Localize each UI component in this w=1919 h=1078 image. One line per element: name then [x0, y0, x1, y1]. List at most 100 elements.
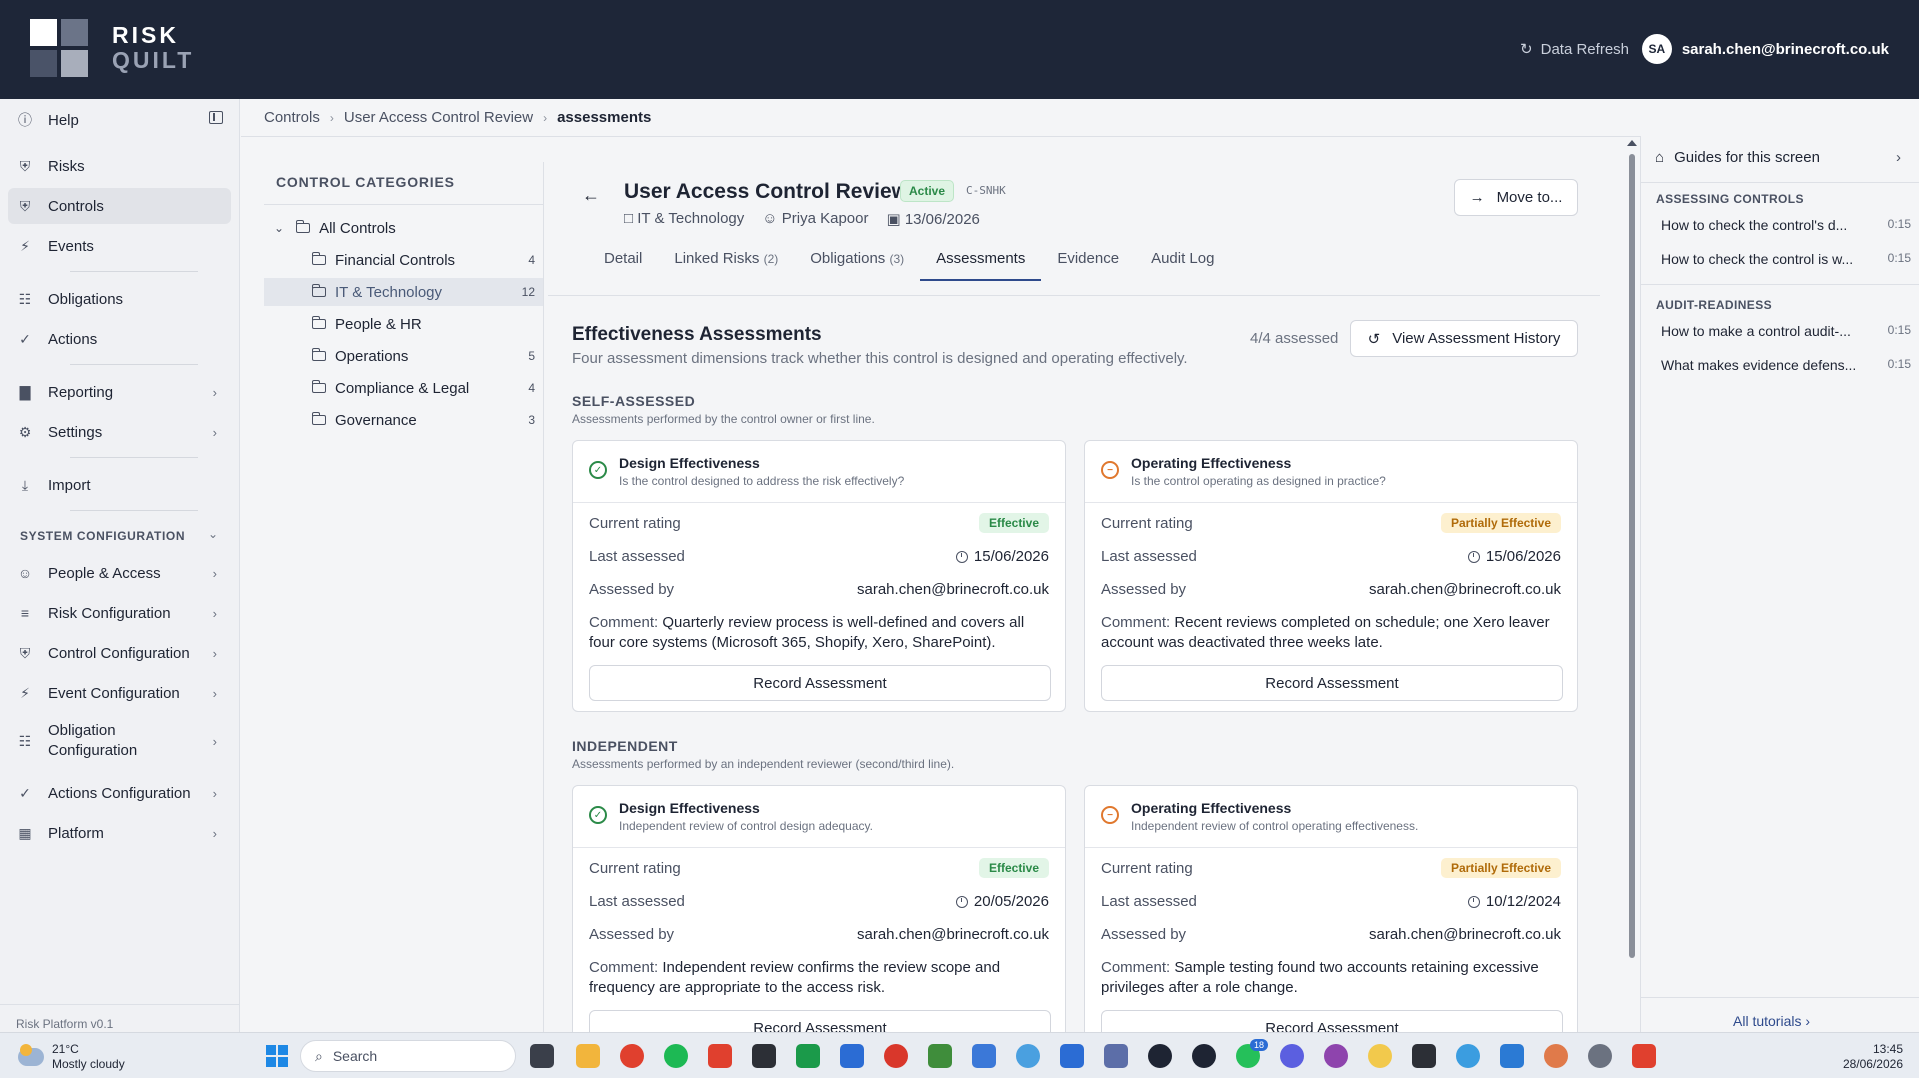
- card-question: Independent review of control operating …: [1131, 819, 1419, 833]
- scroll-up-icon[interactable]: [1627, 140, 1637, 146]
- guide-item[interactable]: How to check the control's d... 0:15: [1661, 217, 1911, 233]
- breadcrumb-control[interactable]: User Access Control Review: [344, 109, 533, 126]
- scroll-thumb[interactable]: [1629, 154, 1635, 958]
- tab-obligations[interactable]: Obligations (3): [794, 244, 920, 279]
- sidebar-item-risks[interactable]: ⛨ Risks: [8, 148, 231, 184]
- category-people-hr[interactable]: People & HR: [264, 310, 543, 338]
- guide-item[interactable]: How to make a control audit-... 0:15: [1661, 323, 1911, 339]
- weather-widget[interactable]: 21°C Mostly cloudy: [18, 1042, 125, 1072]
- record-assessment-button[interactable]: Record Assessment: [589, 1010, 1051, 1032]
- category-compliance-legal[interactable]: Compliance & Legal 4: [264, 374, 543, 402]
- move-to-label: Move to...: [1496, 189, 1563, 206]
- chrome-icon[interactable]: [620, 1044, 644, 1068]
- category-it-technology[interactable]: IT & Technology 12: [264, 278, 543, 306]
- all-tutorials-label: All tutorials: [1733, 1013, 1802, 1029]
- sidebar-item-obligations[interactable]: ☷ Obligations: [8, 281, 231, 317]
- sidebar-item-control-configuration[interactable]: ⛨ Control Configuration ›: [8, 635, 231, 671]
- app-icon[interactable]: [1544, 1044, 1568, 1068]
- app-icon[interactable]: [752, 1044, 776, 1068]
- app-icon[interactable]: [1456, 1044, 1480, 1068]
- main-scrollbar[interactable]: [1627, 140, 1637, 1032]
- user-menu[interactable]: SA sarah.chen@brinecroft.co.uk: [1641, 34, 1889, 64]
- word-icon[interactable]: [840, 1044, 864, 1068]
- category-all-controls[interactable]: ⌄ All Controls: [264, 214, 543, 242]
- category-governance[interactable]: Governance 3: [264, 406, 543, 434]
- file-explorer-icon[interactable]: [576, 1044, 600, 1068]
- lightbulb-icon[interactable]: [1368, 1044, 1392, 1068]
- guide-item[interactable]: What makes evidence defens... 0:15: [1661, 357, 1911, 373]
- sidebar-item-controls[interactable]: ⛨ Controls: [8, 188, 231, 224]
- tab-linked-risks[interactable]: Linked Risks (2): [658, 244, 794, 279]
- record-assessment-button[interactable]: Record Assessment: [1101, 665, 1563, 701]
- section-title: Effectiveness Assessments: [572, 324, 822, 345]
- sidebar-item-obligation-configuration[interactable]: ☷ Obligation Configuration ›: [8, 719, 231, 763]
- minus-circle-icon: −: [1101, 806, 1119, 824]
- collapse-sidebar-icon[interactable]: [209, 111, 223, 124]
- app-icon[interactable]: [1280, 1044, 1304, 1068]
- tab-detail[interactable]: Detail: [588, 244, 658, 279]
- app-icon[interactable]: [1148, 1044, 1172, 1068]
- data-refresh-button[interactable]: ↻ Data Refresh: [1520, 40, 1629, 59]
- app-icon[interactable]: [1324, 1044, 1348, 1068]
- move-to-button[interactable]: → Move to...: [1454, 179, 1578, 216]
- excel-icon[interactable]: [796, 1044, 820, 1068]
- back-arrow-icon[interactable]: ←: [582, 185, 600, 206]
- record-assessment-button[interactable]: Record Assessment: [1101, 1010, 1563, 1032]
- sidebar-item-settings[interactable]: ⚙ Settings ›: [8, 414, 231, 450]
- gear-icon: ⚙: [18, 423, 32, 440]
- rating-label: Current rating: [1101, 515, 1193, 532]
- vscode-icon[interactable]: [1500, 1044, 1524, 1068]
- categories-title: CONTROL CATEGORIES: [276, 174, 455, 190]
- app-icon[interactable]: [928, 1044, 952, 1068]
- chevron-down-icon[interactable]: ⌄: [274, 221, 284, 235]
- view-history-button[interactable]: ↺ View Assessment History: [1350, 320, 1578, 357]
- sidebar-item-event-configuration[interactable]: ⚡ Event Configuration ›: [8, 675, 231, 711]
- app-logo[interactable]: RISK QUILT: [30, 19, 194, 77]
- tab-evidence[interactable]: Evidence: [1041, 244, 1135, 279]
- history-label: View Assessment History: [1392, 330, 1561, 347]
- system-clock[interactable]: 13:45 28/06/2026: [1843, 1042, 1903, 1072]
- category-operations[interactable]: Operations 5: [264, 342, 543, 370]
- sidebar-item-reporting[interactable]: ▇ Reporting ›: [8, 374, 231, 410]
- guide-item[interactable]: How to check the control is w... 0:15: [1661, 251, 1911, 267]
- chevron-down-icon[interactable]: ⌄: [208, 527, 218, 541]
- task-view-icon[interactable]: [530, 1044, 554, 1068]
- sidebar-item-actions[interactable]: ✓ Actions: [8, 321, 231, 357]
- app-icon[interactable]: [1632, 1044, 1656, 1068]
- windows-start-icon[interactable]: [266, 1045, 288, 1067]
- check-circle-icon: ✓: [19, 784, 31, 801]
- system-configuration-heading[interactable]: SYSTEM CONFIGURATION: [20, 529, 185, 543]
- chevron-right-icon: ›: [1805, 1013, 1811, 1029]
- gear-icon[interactable]: [1588, 1044, 1612, 1068]
- assessed-by-label: Assessed by: [1101, 926, 1187, 943]
- browser-icon[interactable]: [1016, 1044, 1040, 1068]
- sidebar-item-label: Platform: [48, 824, 104, 842]
- sidebar-item-risk-configuration[interactable]: ≡ Risk Configuration ›: [8, 595, 231, 631]
- last-date: 20/05/2026: [973, 893, 1049, 910]
- app-icon[interactable]: [1104, 1044, 1128, 1068]
- guides-header[interactable]: ⌂ Guides for this screen: [1655, 149, 1820, 166]
- record-assessment-button[interactable]: Record Assessment: [589, 665, 1051, 701]
- notepad-icon[interactable]: [972, 1044, 996, 1068]
- sidebar-item-help[interactable]: ⓘ Help: [8, 102, 231, 138]
- terminal-icon[interactable]: [1412, 1044, 1436, 1068]
- app-icon[interactable]: [1192, 1044, 1216, 1068]
- sidebar-item-events[interactable]: ⚡ Events: [8, 228, 231, 264]
- category-financial-controls[interactable]: Financial Controls 4: [264, 246, 543, 274]
- tab-audit-log[interactable]: Audit Log: [1135, 244, 1230, 279]
- sidebar-item-people-access[interactable]: ☺ People & Access ›: [8, 555, 231, 591]
- app-icon[interactable]: [708, 1044, 732, 1068]
- app-icon[interactable]: [1060, 1044, 1084, 1068]
- powerpoint-icon[interactable]: [884, 1044, 908, 1068]
- sidebar-item-actions-configuration[interactable]: ✓ Actions Configuration ›: [8, 775, 231, 811]
- graduation-cap-icon: ⌂: [1655, 149, 1665, 166]
- taskbar-search[interactable]: ⌕ Search: [300, 1040, 516, 1072]
- sidebar-item-import[interactable]: ⤓ Import: [8, 467, 231, 503]
- spotify-icon[interactable]: [664, 1044, 688, 1068]
- breadcrumb-controls[interactable]: Controls: [264, 109, 320, 126]
- folder-icon: [311, 412, 326, 425]
- all-tutorials-link[interactable]: All tutorials ›: [1733, 1013, 1810, 1029]
- tab-assessments[interactable]: Assessments: [920, 244, 1042, 281]
- sidebar-item-platform[interactable]: ▦ Platform ›: [8, 815, 231, 851]
- chevron-right-icon[interactable]: ›: [1896, 149, 1901, 166]
